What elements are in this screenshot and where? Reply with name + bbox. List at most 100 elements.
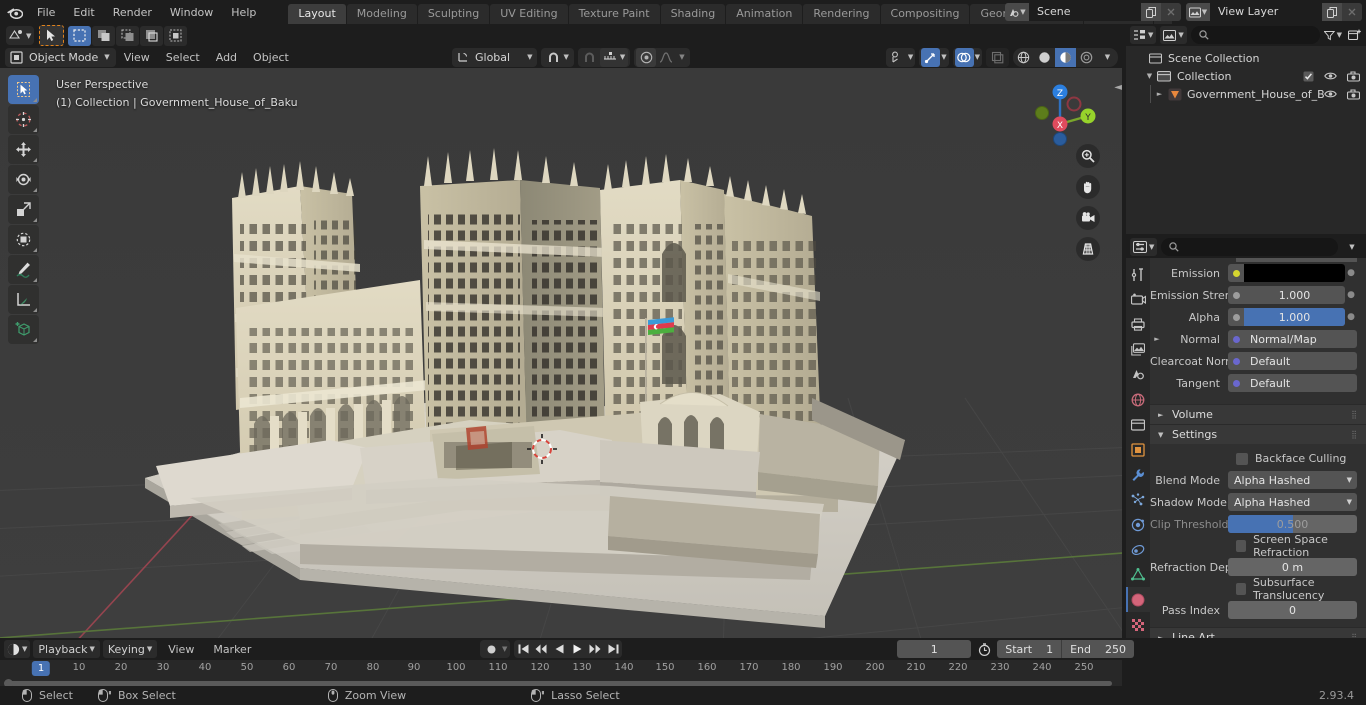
workspace-tab-shading[interactable]: Shading <box>660 4 726 24</box>
prev-keyframe-icon[interactable] <box>532 640 550 658</box>
viewport-menu-add[interactable]: Add <box>208 48 245 67</box>
move-tool[interactable] <box>8 135 39 164</box>
menu-help[interactable]: Help <box>222 3 265 22</box>
blender-logo-icon[interactable] <box>0 0 28 24</box>
select-invert-icon[interactable] <box>140 25 164 46</box>
collection-tab[interactable] <box>1126 412 1150 437</box>
properties-options-button[interactable]: ▼ <box>1342 243 1362 251</box>
select-subtract-icon[interactable] <box>116 25 140 46</box>
chevron-down-icon[interactable]: ▼ <box>676 53 687 61</box>
properties-editor-type[interactable]: ▼ <box>1130 238 1158 256</box>
setting-backface-culling[interactable]: Backface Culling <box>1150 448 1366 469</box>
end-frame-field[interactable]: End 250 <box>1062 640 1134 658</box>
jump-end-icon[interactable] <box>604 640 622 658</box>
camera-view-icon[interactable] <box>1076 206 1100 230</box>
pass-index-field[interactable]: 0 <box>1228 601 1357 619</box>
properties-search-input[interactable] <box>1161 238 1338 256</box>
view-layer-name[interactable]: View Layer <box>1210 3 1322 21</box>
cursor-tool[interactable] <box>8 105 39 134</box>
shading-rendered-icon[interactable] <box>1076 48 1097 67</box>
camera-render-icon[interactable] <box>1347 88 1360 100</box>
next-keyframe-icon[interactable] <box>586 640 604 658</box>
eye-icon[interactable] <box>1324 71 1337 81</box>
3d-viewport[interactable]: User Perspective (1) Collection | Govern… <box>0 68 1122 638</box>
workspace-tab-texture-paint[interactable]: Texture Paint <box>568 4 660 24</box>
workspace-tab-modeling[interactable]: Modeling <box>346 4 417 24</box>
physics-tab[interactable] <box>1126 512 1150 537</box>
tangent-field[interactable]: Default <box>1228 374 1357 392</box>
modifier-tab[interactable] <box>1126 462 1150 487</box>
select-extend-icon[interactable] <box>92 25 116 46</box>
clip-threshold-slider[interactable]: 0.500 <box>1228 515 1357 533</box>
setting-subsurface-translucency[interactable]: Subsurface Translucency <box>1150 576 1366 602</box>
select-intersect-icon[interactable] <box>164 25 188 46</box>
tool-tab[interactable] <box>1126 262 1150 287</box>
shading-solid-icon[interactable] <box>1034 48 1055 67</box>
animate-dot-icon[interactable]: ● <box>1345 312 1357 322</box>
menu-file[interactable]: File <box>28 3 64 22</box>
workspace-tab-rendering[interactable]: Rendering <box>803 4 880 24</box>
shadow-mode-dropdown[interactable]: Alpha Hashed ▼ <box>1228 493 1357 511</box>
gizmo-selector[interactable]: ▼ <box>919 47 949 67</box>
chevron-down-icon[interactable]: ▼ <box>908 53 913 61</box>
output-tab[interactable] <box>1126 312 1150 337</box>
normal-field[interactable]: Normal/Map <box>1228 330 1357 348</box>
timeline-playhead[interactable]: 1 <box>31 661 51 676</box>
jump-start-icon[interactable] <box>514 640 532 658</box>
remove-view-layer-button[interactable] <box>1342 3 1362 21</box>
measure-tool[interactable] <box>8 285 39 314</box>
timeline-menu-marker[interactable]: Marker <box>205 640 259 659</box>
overlays-icon[interactable] <box>954 47 974 67</box>
outliner-display-mode[interactable]: ▼ <box>1130 26 1157 44</box>
workspace-tab-compositing[interactable]: Compositing <box>880 4 970 24</box>
editor-type-selector[interactable]: ▼ <box>6 26 35 45</box>
zoom-icon[interactable] <box>1076 144 1100 168</box>
object-tab[interactable] <box>1126 437 1150 462</box>
emission-strength-field[interactable]: 1.000 <box>1228 286 1345 304</box>
transform-tool[interactable] <box>8 225 39 254</box>
pan-hand-icon[interactable] <box>1076 175 1100 199</box>
blend-mode-dropdown[interactable]: Alpha Hashed ▼ <box>1228 471 1357 489</box>
outliner-tree[interactable]: Scene Collection ▼ Collection ► Governme… <box>1126 46 1366 234</box>
data-tab[interactable] <box>1126 562 1150 587</box>
disclosure-triangle-closed-icon[interactable]: ► <box>1154 90 1165 98</box>
particles-tab[interactable] <box>1126 487 1150 512</box>
snap-off-icon[interactable] <box>580 48 600 67</box>
new-scene-button[interactable] <box>1141 3 1161 21</box>
navigation-gizmo[interactable]: Z Y X <box>1034 76 1110 152</box>
xray-icon[interactable] <box>988 48 1007 67</box>
stopwatch-icon[interactable] <box>975 642 993 656</box>
tweak-select-tool[interactable] <box>8 75 39 104</box>
menu-render[interactable]: Render <box>104 3 161 22</box>
constraints-tab[interactable] <box>1126 537 1150 562</box>
disclosure-triangle-open-icon[interactable]: ▼ <box>1144 72 1155 80</box>
new-view-layer-button[interactable] <box>1322 3 1342 21</box>
panel-volume[interactable]: ► Volume ⣿ <box>1150 404 1366 424</box>
collection-checkbox[interactable] <box>1303 71 1314 82</box>
checkbox[interactable] <box>1236 582 1246 595</box>
smooth-falloff-icon[interactable] <box>656 48 676 67</box>
viewport-menu-object[interactable]: Object <box>245 48 297 67</box>
magnet-icon[interactable] <box>543 48 563 67</box>
toggle-perspective-icon[interactable] <box>1076 237 1100 261</box>
snap-increment-selector[interactable]: ▼ <box>599 47 629 67</box>
rotate-tool[interactable] <box>8 165 39 194</box>
camera-render-icon[interactable] <box>1347 70 1360 82</box>
chevron-down-icon[interactable]: ▼ <box>941 53 946 61</box>
chevron-down-icon[interactable]: ▼ <box>1349 243 1354 251</box>
overlays-selector[interactable]: ▼ <box>952 47 982 67</box>
color-swatch[interactable] <box>1244 264 1345 282</box>
world-tab[interactable] <box>1126 387 1150 412</box>
frame-range-fields[interactable]: Start 1 End 250 <box>997 640 1134 658</box>
checkbox[interactable] <box>1236 452 1248 465</box>
play-reverse-icon[interactable] <box>550 640 568 658</box>
workspace-tab-sculpting[interactable]: Sculpting <box>417 4 490 24</box>
annotate-tool[interactable] <box>8 255 39 284</box>
chevron-down-icon[interactable]: ▼ <box>975 53 980 61</box>
chevron-down-icon[interactable]: ▼ <box>502 645 507 653</box>
emission-color-field[interactable] <box>1228 264 1345 282</box>
select-set-icon[interactable] <box>68 25 92 46</box>
add-cube-tool[interactable] <box>8 315 39 344</box>
alpha-slider[interactable]: 1.000 <box>1228 308 1345 326</box>
panel-settings[interactable]: ▼ Settings ⣿ <box>1150 424 1366 444</box>
